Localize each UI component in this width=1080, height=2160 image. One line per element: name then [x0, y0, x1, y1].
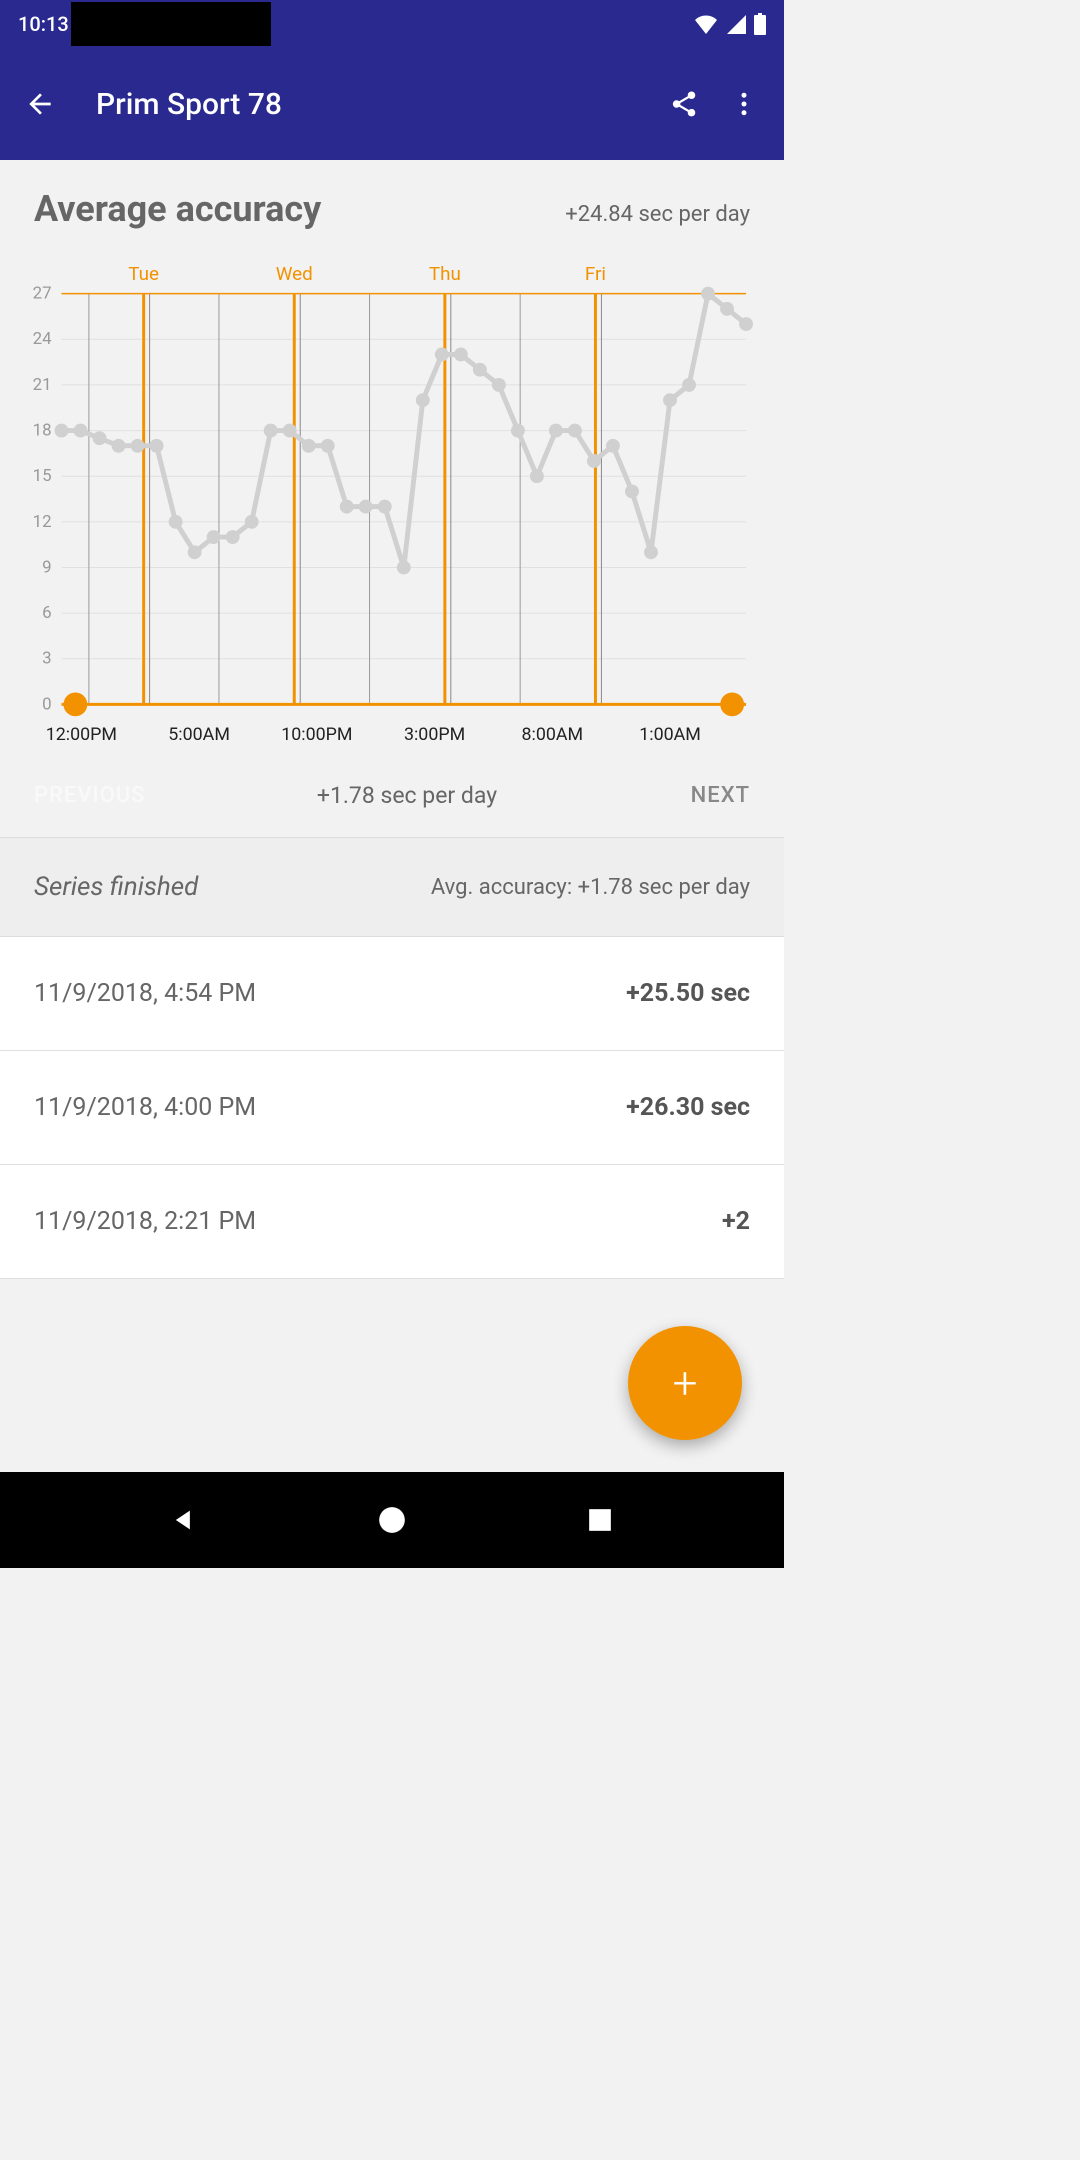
svg-text:12: 12 — [33, 512, 52, 532]
status-time: 10:13 — [18, 12, 69, 36]
wifi-icon — [694, 14, 718, 34]
svg-text:6: 6 — [42, 603, 51, 623]
series-header: Series finished Avg. accuracy: +1.78 sec… — [0, 838, 784, 937]
chart-svg: 0 3 6 9 12 15 18 21 24 27 12:00PM 5:00AM 10:00PM 3:00… — [0, 242, 754, 762]
share-button[interactable] — [660, 80, 708, 128]
series-summary: Avg. accuracy: +1.78 sec per day — [431, 875, 750, 900]
svg-text:Tue: Tue — [128, 263, 159, 285]
triangle-back-icon — [170, 1506, 198, 1534]
nav-recent-button[interactable] — [582, 1502, 618, 1538]
chart-nav: PREVIOUS +1.78 sec per day NEXT — [0, 762, 784, 838]
add-button[interactable]: + — [628, 1326, 742, 1440]
svg-text:3: 3 — [42, 649, 51, 669]
svg-text:24: 24 — [33, 329, 52, 349]
row-timestamp: 11/9/2018, 4:00 PM — [34, 1093, 256, 1122]
accuracy-chart[interactable]: 0 3 6 9 12 15 18 21 24 27 12:00PM 5:00AM 10:00PM 3:00… — [0, 242, 784, 762]
row-timestamp: 11/9/2018, 4:54 PM — [34, 979, 256, 1008]
header-row: Average accuracy +24.84 sec per day — [0, 160, 784, 242]
series-title: Series finished — [34, 872, 198, 902]
svg-text:Wed: Wed — [276, 263, 313, 285]
back-button[interactable] — [16, 80, 64, 128]
measurement-list: 11/9/2018, 4:54 PM+25.50 sec11/9/2018, 4… — [0, 937, 784, 1279]
row-value: +2 — [722, 1207, 750, 1236]
svg-text:3:00PM: 3:00PM — [404, 724, 465, 745]
page-title: Prim Sport 78 — [96, 87, 648, 122]
svg-text:21: 21 — [33, 375, 52, 395]
svg-text:18: 18 — [33, 421, 52, 441]
plus-icon: + — [673, 1357, 698, 1409]
svg-text:5:00AM: 5:00AM — [168, 724, 230, 745]
measurement-row[interactable]: 11/9/2018, 4:54 PM +25.50 sec — [0, 937, 784, 1051]
next-button[interactable]: NEXT — [630, 783, 750, 808]
square-recent-icon — [587, 1507, 613, 1533]
row-timestamp: 11/9/2018, 2:21 PM — [34, 1207, 256, 1236]
svg-text:27: 27 — [33, 284, 52, 304]
measurement-row[interactable]: 11/9/2018, 2:21 PM +2 — [0, 1165, 784, 1279]
row-value: +25.50 sec — [626, 979, 750, 1008]
more-vert-icon — [729, 89, 759, 119]
row-value: +26.30 sec — [626, 1093, 750, 1122]
nav-value: +1.78 sec per day — [184, 782, 630, 809]
more-button[interactable] — [720, 80, 768, 128]
status-bar: 10:13 — [0, 0, 784, 48]
share-icon — [669, 89, 699, 119]
svg-text:12:00PM: 12:00PM — [46, 724, 117, 745]
redaction — [71, 2, 271, 46]
battery-icon — [754, 13, 766, 35]
svg-text:9: 9 — [42, 557, 51, 577]
svg-text:1:00AM: 1:00AM — [639, 724, 701, 745]
svg-text:Fri: Fri — [585, 263, 606, 285]
svg-text:0: 0 — [42, 694, 51, 714]
arrow-back-icon — [24, 88, 56, 120]
status-left: 10:13 — [18, 2, 271, 46]
circle-home-icon — [378, 1506, 406, 1534]
nav-home-button[interactable] — [374, 1502, 410, 1538]
svg-text:Thu: Thu — [429, 263, 461, 285]
svg-text:10:00PM: 10:00PM — [281, 724, 352, 745]
system-nav-bar — [0, 1472, 784, 1568]
svg-text:15: 15 — [33, 466, 52, 486]
section-title: Average accuracy — [34, 188, 321, 230]
section-value: +24.84 sec per day — [565, 202, 750, 227]
measurement-row[interactable]: 11/9/2018, 4:00 PM +26.30 sec — [0, 1051, 784, 1165]
content: Average accuracy +24.84 sec per day 0 3 6 9… — [0, 160, 784, 1279]
status-icons — [694, 13, 766, 35]
previous-button[interactable]: PREVIOUS — [34, 783, 184, 808]
app-bar: Prim Sport 78 — [0, 48, 784, 160]
svg-text:8:00AM: 8:00AM — [522, 724, 584, 745]
nav-back-button[interactable] — [166, 1502, 202, 1538]
cell-signal-icon — [726, 14, 746, 34]
